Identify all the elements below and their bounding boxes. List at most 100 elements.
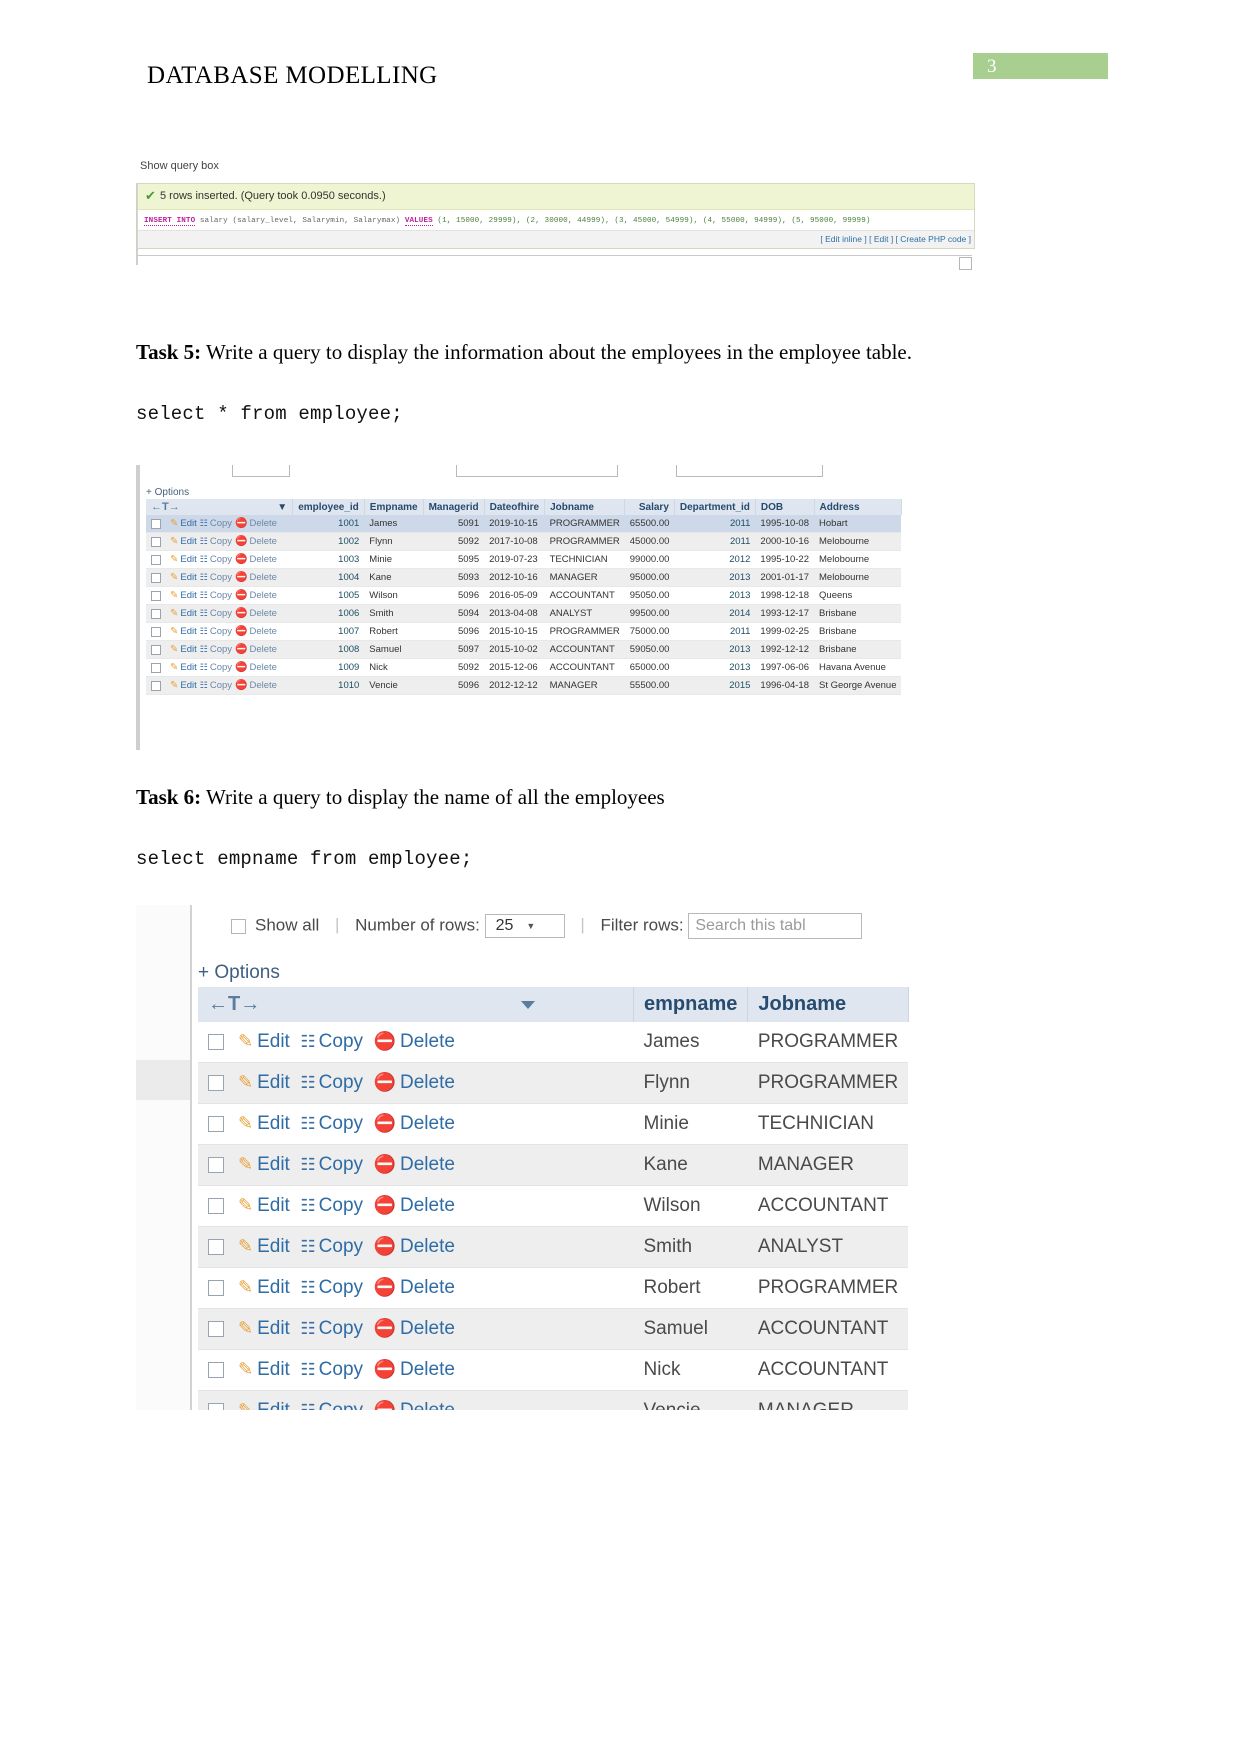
delete-link[interactable]: Delete	[400, 1031, 455, 1052]
header-empname[interactable]: Empname	[364, 499, 424, 515]
delete-link[interactable]: Delete	[249, 680, 276, 691]
table-row[interactable]: ✎ Edit ☷ Copy ⛔ Delete Wilson ACCOUNTANT	[198, 1185, 909, 1227]
delete-link[interactable]: Delete	[249, 644, 276, 655]
copy-link[interactable]: Copy	[210, 662, 232, 673]
header2-jobname[interactable]: Jobname	[747, 987, 909, 1022]
sort-caret-icon[interactable]: ▼	[277, 502, 287, 513]
sort-caret-icon[interactable]	[521, 1000, 536, 1009]
copy-link[interactable]: Copy	[319, 1031, 363, 1052]
delete-link[interactable]: Delete	[249, 590, 276, 601]
table-row[interactable]: ✎ Edit ☷ Copy ⛔ Delete Smith ANALYST	[198, 1226, 909, 1268]
delete-link[interactable]: Delete	[249, 626, 276, 637]
delete-link[interactable]: Delete	[249, 536, 276, 547]
edit-link[interactable]: [ Edit ]	[869, 234, 893, 244]
edit-link[interactable]: Edit	[257, 1072, 290, 1093]
edit-link[interactable]: Edit	[180, 680, 196, 691]
table-row[interactable]: ✎ Edit ☷ Copy ⛔ Delete 1008 Samuel 5097 2015-10-0…	[146, 640, 902, 660]
delete-link[interactable]: Delete	[400, 1318, 455, 1339]
delete-link[interactable]: Delete	[400, 1359, 455, 1380]
copy-link[interactable]: Copy	[319, 1359, 363, 1380]
table-row[interactable]: ✎ Edit ☷ Copy ⛔ Delete 1005 Wilson 5096 2016-05-0…	[146, 586, 902, 606]
copy-link[interactable]: Copy	[210, 626, 232, 637]
copy-link[interactable]: Copy	[319, 1154, 363, 1175]
row-checkbox[interactable]	[151, 608, 161, 619]
delete-link[interactable]: Delete	[400, 1277, 455, 1298]
delete-link[interactable]: Delete	[249, 572, 276, 583]
row-checkbox[interactable]	[151, 554, 161, 565]
header-managerid[interactable]: Managerid	[423, 499, 485, 515]
edit-link[interactable]: Edit	[180, 590, 196, 601]
edit-link[interactable]: Edit	[257, 1113, 290, 1134]
delete-link[interactable]: Delete	[400, 1154, 455, 1175]
table-row[interactable]: ✎ Edit ☷ Copy ⛔ Delete Kane MANAGER	[198, 1144, 909, 1186]
resize-handle-icon[interactable]	[959, 257, 972, 270]
row-checkbox[interactable]	[208, 1115, 224, 1132]
table-row[interactable]: ✎ Edit ☷ Copy ⛔ Delete 1007 Robert 5096 2015-10-1…	[146, 622, 902, 642]
header-address[interactable]: Address	[814, 499, 902, 515]
delete-link[interactable]: Delete	[400, 1113, 455, 1134]
show-all-checkbox[interactable]	[231, 918, 246, 934]
header-salary[interactable]: Salary	[624, 499, 675, 515]
table-row[interactable]: ✎ Edit ☷ Copy ⛔ Delete 1010 Vencie 5096 2012-12-1…	[146, 676, 902, 696]
delete-link[interactable]: Delete	[249, 662, 276, 673]
header-employee-id[interactable]: employee_id	[292, 499, 365, 515]
table-row[interactable]: ✎ Edit ☷ Copy ⛔ Delete Flynn PROGRAMMER	[198, 1062, 909, 1104]
row-checkbox[interactable]	[208, 1033, 224, 1050]
header-dob[interactable]: DOB	[755, 499, 815, 515]
table-row[interactable]: ✎ Edit ☷ Copy ⛔ Delete James PROGRAMMER	[198, 1022, 909, 1063]
copy-link[interactable]: Copy	[319, 1277, 363, 1298]
copy-link[interactable]: Copy	[319, 1318, 363, 1339]
options-link[interactable]: + Options	[198, 962, 280, 984]
create-php-code-link[interactable]: [ Create PHP code ]	[896, 234, 971, 244]
filter-rows-input[interactable]: Search this tabl	[688, 913, 863, 939]
row-checkbox[interactable]	[151, 590, 161, 601]
copy-link[interactable]: Copy	[319, 1195, 363, 1216]
edit-link[interactable]: Edit	[257, 1236, 290, 1257]
row-checkbox[interactable]	[151, 518, 161, 529]
edit-link[interactable]: Edit	[180, 662, 196, 673]
rows-per-page-select[interactable]: 25 ▼	[484, 914, 565, 938]
row-checkbox[interactable]	[151, 626, 161, 637]
table-row[interactable]: ✎ Edit ☷ Copy ⛔ Delete 1006 Smith 5094 2013-04-08…	[146, 604, 902, 624]
copy-link[interactable]: Copy	[210, 644, 232, 655]
edit-link[interactable]: Edit	[257, 1154, 290, 1175]
table-row[interactable]: ✎ Edit ☷ Copy ⛔ Delete 1001 James 5091 2019-10-15…	[146, 515, 902, 534]
show-query-box-link[interactable]: Show query box	[140, 160, 219, 172]
row-checkbox[interactable]	[151, 572, 161, 583]
row-checkbox[interactable]	[208, 1361, 224, 1378]
copy-link[interactable]: Copy	[319, 1236, 363, 1257]
delete-link[interactable]: Delete	[249, 518, 276, 529]
table-row[interactable]: ✎ Edit ☷ Copy ⛔ Delete 1003 Minie 5095 2019-07-23…	[146, 550, 902, 570]
copy-link[interactable]: Copy	[319, 1072, 363, 1093]
copy-link[interactable]: Copy	[210, 590, 232, 601]
table-row[interactable]: ✎Edit ☷ Copy ⛔ Delete VencieMANAGER	[198, 1390, 909, 1410]
table-row[interactable]: ✎ Edit ☷ Copy ⛔ Delete Minie TECHNICIAN	[198, 1103, 909, 1145]
delete-link[interactable]: Delete	[400, 1400, 455, 1410]
header2-empname[interactable]: empname	[633, 987, 749, 1022]
table-row[interactable]: ✎ Edit ☷ Copy ⛔ Delete Samuel ACCOUNTANT	[198, 1308, 909, 1350]
row-checkbox[interactable]	[151, 662, 161, 673]
edit-link[interactable]: Edit	[257, 1400, 290, 1410]
delete-link[interactable]: Delete	[249, 554, 276, 565]
copy-link[interactable]: Copy	[210, 572, 232, 583]
copy-link[interactable]: Copy	[210, 554, 232, 565]
options-link[interactable]: + Options	[146, 487, 189, 498]
header-department-id[interactable]: Department_id	[674, 499, 756, 515]
edit-link[interactable]: Edit	[180, 572, 196, 583]
row-checkbox[interactable]	[151, 536, 161, 547]
edit-link[interactable]: Edit	[180, 536, 196, 547]
table-row[interactable]: ✎ Edit ☷ Copy ⛔ Delete Nick ACCOUNTANT	[198, 1349, 909, 1391]
row-checkbox[interactable]	[208, 1156, 224, 1173]
edit-link[interactable]: Edit	[257, 1359, 290, 1380]
table-row[interactable]: ✎ Edit ☷ Copy ⛔ Delete 1002 Flynn 5092 2017-10-08…	[146, 532, 902, 552]
nav-arrows-icon[interactable]: ←T→	[151, 501, 180, 513]
show-all-label[interactable]: Show all	[255, 915, 319, 934]
nav-arrows-icon[interactable]: ←T→	[208, 993, 260, 1015]
delete-link[interactable]: Delete	[249, 608, 276, 619]
row-checkbox[interactable]	[208, 1279, 224, 1296]
table-row[interactable]: ✎ Edit ☷ Copy ⛔ Delete 1009 Nick 5092 2015-12-06 A…	[146, 658, 902, 678]
edit-link[interactable]: Edit	[257, 1031, 290, 1052]
edit-link[interactable]: Edit	[257, 1195, 290, 1216]
edit-link[interactable]: Edit	[180, 518, 196, 529]
row-checkbox[interactable]	[208, 1238, 224, 1255]
